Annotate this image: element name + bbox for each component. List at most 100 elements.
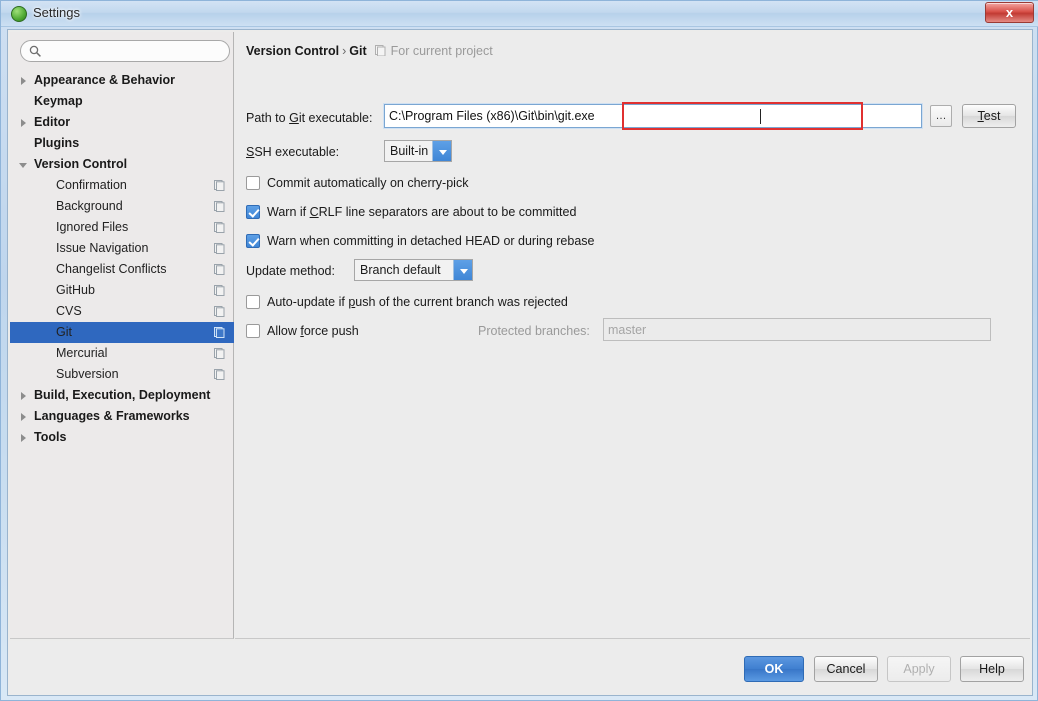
sidebar-item-label: Appearance & Behavior [34, 73, 176, 87]
sidebar-item-label: Changelist Conflicts [56, 262, 167, 276]
sidebar-item-background[interactable]: Background [10, 196, 234, 217]
checkbox-label: Warn if CRLF line separators are about t… [267, 204, 576, 221]
checkbox-box[interactable] [246, 324, 260, 338]
sidebar-item-languages-frameworks[interactable]: Languages & Frameworks [10, 406, 234, 427]
checkbox-label: Commit automatically on cherry-pick [267, 175, 468, 192]
help-button[interactable]: Help [960, 656, 1024, 682]
protected-branches-label: Protected branches: [478, 324, 590, 338]
project-scope-icon [214, 369, 225, 380]
checkbox-box[interactable] [246, 295, 260, 309]
git-settings-panel: Version Control › Git For current project … [235, 32, 1030, 639]
sidebar-item-label: Languages & Frameworks [34, 409, 190, 423]
update-method-combo[interactable]: Branch default [354, 259, 473, 281]
chevron-down-icon[interactable] [19, 163, 27, 168]
path-label-post: it executable: [298, 111, 373, 125]
path-label-mnemonic: G [289, 111, 299, 125]
sidebar-item-label: Subversion [56, 367, 119, 381]
sidebar-item-appearance-behavior[interactable]: Appearance & Behavior [10, 70, 234, 91]
checkbox-label: Allow force push [267, 323, 359, 340]
project-scope-icon [214, 201, 225, 212]
sidebar-item-version-control[interactable]: Version Control [10, 154, 234, 175]
checkbox-label-mnemonic: C [309, 205, 319, 219]
sidebar-item-label: Mercurial [56, 346, 108, 360]
checkbox-label-pre: Warn if [267, 205, 310, 219]
apply-button: Apply [887, 656, 951, 682]
sidebar-item-ignored-files[interactable]: Ignored Files [10, 217, 234, 238]
checkbox-label-post: RLF line separators are about to be comm… [318, 205, 577, 219]
chevron-right-icon[interactable] [21, 77, 26, 85]
sidebar-item-git[interactable]: Git [10, 322, 234, 343]
update-method-label: Update method: [246, 264, 335, 278]
chevron-down-icon[interactable] [432, 141, 451, 161]
sidebar-item-label: Keymap [34, 94, 83, 108]
chevron-right-icon[interactable] [21, 392, 26, 400]
checkbox-label-pre: Warn when committing in detached HEAD or… [267, 234, 595, 248]
sidebar-item-label: Editor [34, 115, 71, 129]
sidebar-item-label: Plugins [34, 136, 80, 150]
sidebar-item-build-execution-deployment[interactable]: Build, Execution, Deployment [10, 385, 234, 406]
checkbox-label: Auto-update if push of the current branc… [267, 294, 568, 311]
sidebar-item-tools[interactable]: Tools [10, 427, 234, 448]
sidebar-item-plugins[interactable]: Plugins [10, 133, 234, 154]
ok-button[interactable]: OK [744, 656, 804, 682]
search-box[interactable] [20, 40, 230, 62]
test-button[interactable]: Test [962, 104, 1016, 128]
search-icon [29, 45, 41, 57]
checkbox-label-pre: Commit automatically on cherry-pick [267, 176, 469, 190]
sidebar-item-github[interactable]: GitHub [10, 280, 234, 301]
search-input[interactable] [47, 43, 223, 60]
sidebar-item-editor[interactable]: Editor [10, 112, 234, 133]
window-title: Settings [33, 5, 80, 20]
sidebar-item-label: CVS [56, 304, 82, 318]
breadcrumb-current: Git [349, 44, 367, 58]
settings-window: Settings x Appearance & Behavior Keymap Ed… [0, 0, 1038, 701]
project-scope-icon [214, 348, 225, 359]
checkbox-label-pre: Allow [267, 324, 301, 338]
checkbox-label-post: orce push [303, 324, 359, 338]
sidebar-item-keymap[interactable]: Keymap [10, 91, 234, 112]
sidebar-item-changelist-conflicts[interactable]: Changelist Conflicts [10, 259, 234, 280]
sidebar-item-issue-navigation[interactable]: Issue Navigation [10, 238, 234, 259]
sidebar-item-mercurial[interactable]: Mercurial [10, 343, 234, 364]
close-icon[interactable]: x [985, 2, 1034, 23]
sidebar-item-label: GitHub [56, 283, 95, 297]
settings-tree: Appearance & Behavior Keymap Editor Plugins… [10, 70, 234, 448]
chevron-right-icon[interactable] [21, 119, 26, 127]
app-icon [11, 6, 27, 22]
dialog-button-bar: OK Cancel Apply Help [8, 641, 1032, 695]
checkbox-label-post: ush of the current branch was rejected [355, 295, 568, 309]
project-scope-icon [214, 327, 225, 338]
breadcrumb-separator: › [342, 44, 347, 58]
title-bar: Settings x [1, 1, 1038, 27]
breadcrumb-parent[interactable]: Version Control [246, 44, 339, 58]
sidebar-item-cvs[interactable]: CVS [10, 301, 234, 322]
project-scope-icon [214, 222, 225, 233]
ssh-executable-combo[interactable]: Built-in [384, 140, 452, 162]
project-scope-icon [214, 243, 225, 254]
sidebar-item-label: Version Control [34, 157, 128, 171]
project-scope-icon [214, 285, 225, 296]
chevron-down-icon[interactable] [453, 260, 472, 280]
ssh-executable-value: Built-in [390, 144, 429, 158]
checkbox-label: Warn when committing in detached HEAD or… [267, 233, 594, 250]
protected-branches-input[interactable] [603, 318, 991, 341]
path-label: Path to Git executable: [246, 111, 373, 125]
cancel-button[interactable]: Cancel [814, 656, 878, 682]
sidebar-item-label: Git [56, 325, 72, 339]
sidebar-item-label: Background [56, 199, 123, 213]
git-path-input[interactable] [384, 104, 922, 128]
sidebar-item-label: Build, Execution, Deployment [34, 388, 211, 402]
checkbox-box[interactable] [246, 205, 260, 219]
dialog-client-area: Appearance & Behavior Keymap Editor Plugins… [7, 29, 1033, 696]
chevron-right-icon[interactable] [21, 434, 26, 442]
browse-button[interactable]: … [930, 105, 952, 127]
sidebar-item-subversion[interactable]: Subversion [10, 364, 234, 385]
test-label-post: est [983, 109, 1001, 123]
update-method-value: Branch default [360, 263, 441, 277]
checkbox-box[interactable] [246, 234, 260, 248]
chevron-right-icon[interactable] [21, 413, 26, 421]
sidebar-item-confirmation[interactable]: Confirmation [10, 175, 234, 196]
checkbox-label-pre: Auto-update if [267, 295, 349, 309]
text-caret [760, 109, 761, 124]
checkbox-box[interactable] [246, 176, 260, 190]
